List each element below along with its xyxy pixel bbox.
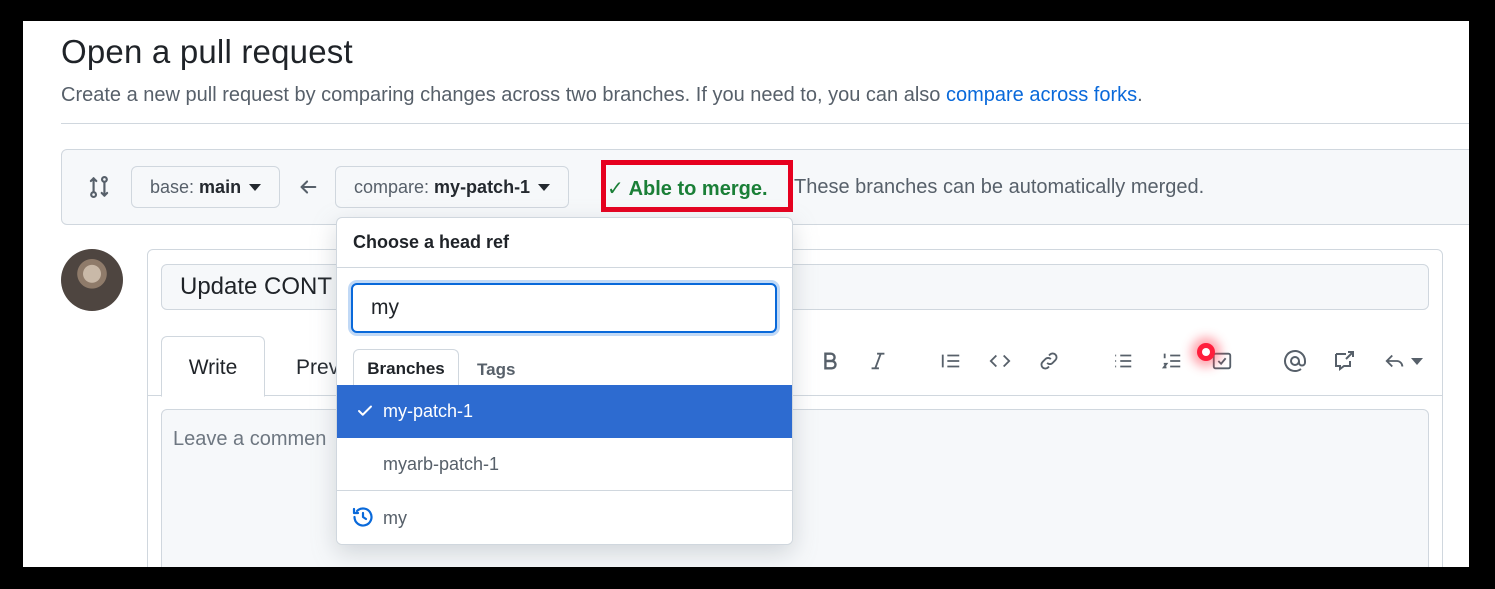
compare-branch-button[interactable]: compare: my-patch-1 bbox=[335, 166, 570, 208]
recent-search-item[interactable]: my bbox=[337, 491, 792, 544]
compare-arrows-icon bbox=[86, 174, 112, 205]
branch-filter-input[interactable]: my bbox=[351, 283, 777, 333]
cursor-click-indicator bbox=[1197, 343, 1215, 361]
italic-icon[interactable] bbox=[863, 346, 893, 376]
cross-reference-icon[interactable] bbox=[1329, 346, 1359, 376]
base-branch-name: main bbox=[199, 176, 242, 197]
avatar[interactable] bbox=[61, 249, 123, 311]
page-subtitle: Create a new pull request by comparing c… bbox=[61, 84, 1143, 107]
compare-across-forks-link[interactable]: compare across forks bbox=[946, 84, 1137, 106]
tab-tags[interactable]: Tags bbox=[477, 360, 515, 380]
mention-icon[interactable] bbox=[1280, 346, 1310, 376]
unordered-list-icon[interactable] bbox=[1108, 346, 1138, 376]
branch-item[interactable]: my-patch-1 bbox=[337, 385, 792, 438]
screen: Open a pull request Create a new pull re… bbox=[23, 21, 1469, 567]
arrow-left-icon bbox=[297, 176, 319, 203]
branch-item-label: my-patch-1 bbox=[383, 401, 474, 421]
dropdown-header: Choose a head ref bbox=[337, 218, 792, 268]
caret-down-icon bbox=[538, 183, 551, 191]
tab-branches[interactable]: Branches bbox=[353, 349, 459, 386]
history-icon bbox=[351, 505, 375, 534]
subtitle-text: Create a new pull request by comparing c… bbox=[61, 84, 946, 106]
base-label: base: bbox=[150, 176, 195, 197]
code-icon[interactable] bbox=[985, 346, 1015, 376]
caret-down-icon bbox=[1411, 357, 1423, 365]
quote-icon[interactable] bbox=[936, 346, 966, 376]
link-icon[interactable] bbox=[1034, 346, 1064, 376]
caret-down-icon bbox=[249, 183, 262, 191]
merge-status-text: Able to merge. bbox=[628, 178, 768, 200]
compare-branch-name: my-patch-1 bbox=[434, 176, 531, 197]
branch-item-label: myarb-patch-1 bbox=[383, 453, 500, 474]
merge-status: ✓ Able to merge. bbox=[607, 176, 768, 201]
page-title: Open a pull request bbox=[61, 33, 353, 70]
head-ref-dropdown: Choose a head ref my Branches Tags my-pa… bbox=[336, 217, 793, 545]
base-branch-button[interactable]: base: main bbox=[131, 166, 281, 208]
comment-placeholder: Leave a commen bbox=[173, 428, 327, 450]
dropdown-title: Choose a head ref bbox=[353, 232, 510, 252]
compare-label: compare: bbox=[354, 176, 430, 197]
check-icon: ✓ bbox=[607, 178, 624, 200]
tab-write[interactable]: Write bbox=[161, 336, 265, 397]
tab-preview[interactable]: Prev bbox=[296, 356, 339, 380]
check-icon bbox=[355, 402, 375, 425]
ordered-list-icon[interactable] bbox=[1157, 346, 1187, 376]
bold-icon[interactable] bbox=[815, 346, 845, 376]
header-divider bbox=[61, 123, 1469, 124]
subtitle-suffix: . bbox=[1137, 84, 1143, 106]
reply-icon[interactable] bbox=[1381, 346, 1425, 376]
merge-message: These branches can be automatically merg… bbox=[794, 176, 1205, 198]
branch-item[interactable]: myarb-patch-1 bbox=[337, 438, 792, 491]
recent-search-label: my bbox=[383, 508, 407, 528]
